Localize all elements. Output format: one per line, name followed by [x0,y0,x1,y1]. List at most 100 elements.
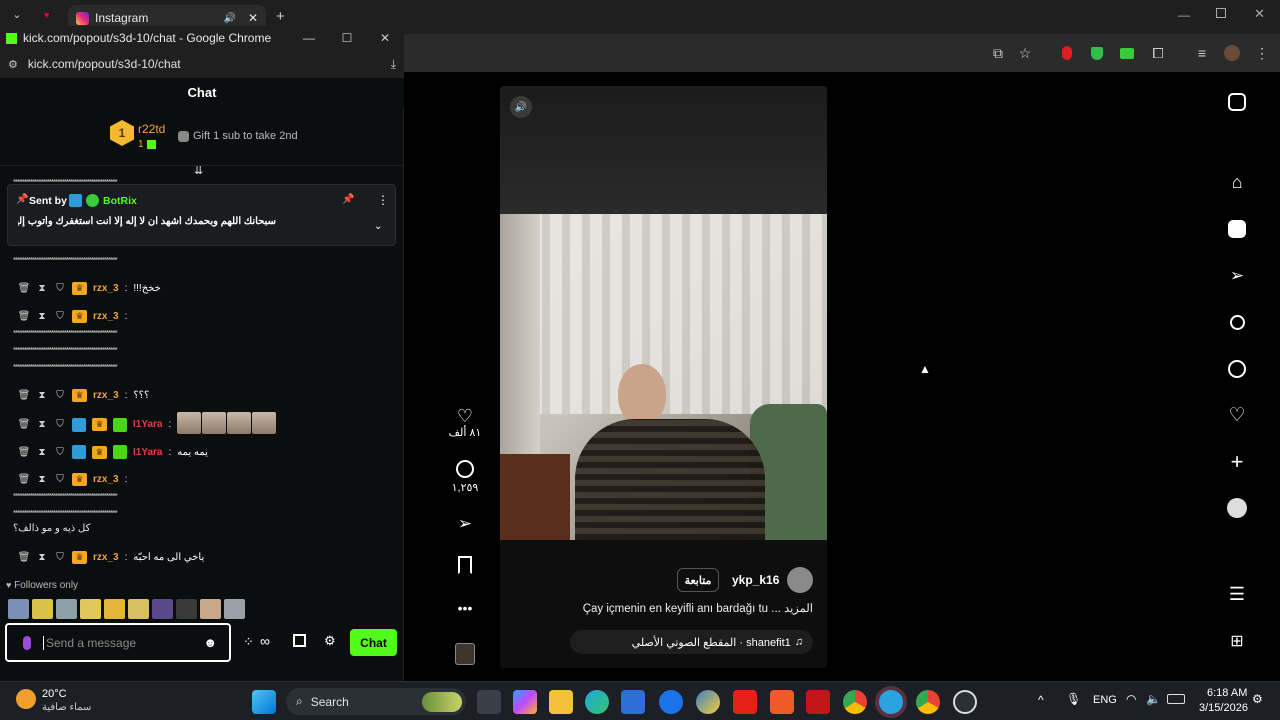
viewer-avatar[interactable] [32,599,53,619]
expand-pinned-icon[interactable]: ⌄ [374,221,382,232]
bookmark-star-icon[interactable]: ☆ [1015,43,1035,63]
chat-username[interactable]: rzx_3 [93,474,119,485]
chat-username[interactable]: rzx_3 [93,552,119,563]
timeout-icon[interactable]: ⧗ [36,419,48,431]
viewer-avatar[interactable] [80,599,101,619]
leader-username[interactable]: r22td [138,122,165,136]
brave-icon[interactable] [770,690,794,714]
close-window-icon[interactable]: ✕ [1254,6,1265,22]
profile-avatar[interactable] [1222,43,1242,63]
audio-thumbnail[interactable] [455,643,475,665]
microphone-icon[interactable] [23,635,31,650]
profile-icon[interactable] [1225,496,1249,520]
delete-icon[interactable]: 🗑 [18,474,31,486]
comment-button[interactable]: ١,٢٥٩ [442,460,488,494]
gift-shop-icon[interactable] [293,634,306,647]
download-icon[interactable]: ⤓ [391,57,396,72]
extra-controls-icon[interactable]: ⁘ [243,634,254,650]
scroll-to-bottom-icon[interactable]: ⇊ [194,164,203,177]
delete-icon[interactable]: 🗑 [18,283,31,295]
viewer-avatar[interactable] [152,599,173,619]
chrome-alt-icon[interactable] [916,690,940,714]
timeout-icon[interactable]: ⧗ [36,390,48,402]
unpin-icon[interactable]: 📌 [342,194,354,205]
chat-message[interactable]: 🗑 ⧗ ⛉ ♛ I1Yara: يمه يمه [18,445,208,459]
chat-message[interactable]: 🗑 ⧗ ⛉ ♛ rzx_3: ؟؟؟ [18,389,149,402]
chat-url-bar[interactable]: ⚙ kick.com/popout/s3d-10/chat ⤓ [0,50,404,78]
tab-list-button[interactable]: ⌄ [8,8,26,26]
mute-toggle-icon[interactable]: 🔊 [510,96,532,118]
extension-shield-icon[interactable] [1087,43,1107,63]
notifications-heart-icon[interactable]: ♡ [1225,403,1249,427]
send-chat-button[interactable]: Chat [350,629,397,656]
browser-menu-icon[interactable]: ⋮ [1252,43,1272,63]
gift-prompt[interactable]: Gift 1 sub to take 2nd [178,130,298,142]
chrome-icon[interactable] [843,690,867,714]
chat-settings-icon[interactable]: ⚙ [324,633,336,649]
copilot-icon[interactable] [513,690,537,714]
ban-shield-icon[interactable]: ⛉ [54,474,66,486]
youtube-icon[interactable] [733,690,757,714]
viewer-avatar[interactable] [176,599,197,619]
reel-player[interactable]: 🔊 ykp_k16 متابعة Çay içmenin en keyifli … [500,86,827,668]
viewer-avatar[interactable] [8,599,29,619]
pinned-message[interactable]: 📌 Sent by BotRix 📌 ⋮ سبحانك اللهم وبحمدك… [7,184,396,246]
timeout-icon[interactable]: ⧗ [36,311,48,323]
chat-url[interactable]: kick.com/popout/s3d-10/chat [28,57,391,71]
weather-widget[interactable]: 20°C سماء صافية [16,685,136,719]
home-icon[interactable]: ⌂ [1225,170,1249,194]
clock-time[interactable]: 6:18 AM [1207,687,1247,699]
delete-icon[interactable]: 🗑 [18,552,31,564]
site-info-icon[interactable]: ⚙ [8,58,18,71]
chat-username[interactable]: rzx_3 [93,283,119,294]
wifi-icon[interactable]: ◠ [1126,692,1136,706]
viewer-avatar[interactable] [200,599,221,619]
infinity-icon[interactable]: ∞ [260,633,270,649]
audio-pill[interactable]: المقطع الصوتي الأصلي · shanefit1 ♫ [570,630,813,654]
task-view-icon[interactable] [477,690,501,714]
python-icon[interactable] [696,690,720,714]
hp-icon[interactable] [659,690,683,714]
viewer-avatar[interactable] [56,599,77,619]
follow-button[interactable]: متابعة [677,568,719,592]
search-icon[interactable] [1225,310,1249,334]
ban-shield-icon[interactable]: ⛉ [54,311,66,323]
store-icon[interactable] [621,690,645,714]
extension-red-icon[interactable] [1057,43,1077,63]
timeout-icon[interactable]: ⧗ [36,446,48,458]
delete-icon[interactable]: 🗑 [18,390,31,402]
chatgpt-icon[interactable] [953,690,977,714]
new-tab-button[interactable]: + [276,8,285,25]
edge-icon[interactable] [585,690,609,714]
chat-message[interactable]: 🗑 ⧗ ⛉ ♛ rzx_3: !!!خخخ [18,282,161,295]
extensions-puzzle-icon[interactable]: ⧠ [1148,43,1168,63]
reels-icon[interactable] [1225,217,1249,241]
viewer-avatar[interactable] [224,599,245,619]
like-button[interactable]: ♡ ٨١ ألف [442,406,488,439]
instagram-logo-icon[interactable] [1225,90,1249,114]
chat-close-icon[interactable]: ✕ [366,31,404,45]
author-avatar[interactable] [787,567,813,593]
more-options-button[interactable]: ••• [442,600,488,616]
maximize-icon[interactable] [1216,8,1226,18]
save-button[interactable] [442,556,488,574]
timeout-icon[interactable]: ⧗ [36,552,48,564]
gift-leaderboard[interactable]: 1 r22td 1 Gift 1 sub to take 2nd [0,108,404,166]
chat-minimize-icon[interactable]: — [290,31,328,45]
reel-caption[interactable]: Çay içmenin en keyifli anı bardağı tu ..… [583,601,813,615]
chat-message[interactable]: 🗑 ⧗ ⛉ ♛ rzx_3: [18,473,127,486]
speaker-icon[interactable]: 🔊 [223,13,235,24]
ban-shield-icon[interactable]: ⛉ [54,283,66,295]
delete-icon[interactable]: 🗑 [18,311,31,323]
ban-shield-icon[interactable]: ⛉ [54,552,66,564]
close-tab-icon[interactable]: ✕ [248,11,258,25]
messages-icon[interactable]: ➢ [1225,264,1249,288]
timeout-icon[interactable]: ⧗ [36,474,48,486]
create-plus-icon[interactable]: + [1225,449,1249,474]
chat-maximize-icon[interactable]: ☐ [328,31,366,45]
more-menu-icon[interactable]: ☰ [1225,582,1249,606]
mcafee-icon[interactable] [806,690,830,714]
chat-username[interactable]: I1Yara [133,419,162,430]
clock-date[interactable]: 3/15/2026 [1199,702,1248,714]
pinned-menu-icon[interactable]: ⋮ [377,193,389,207]
